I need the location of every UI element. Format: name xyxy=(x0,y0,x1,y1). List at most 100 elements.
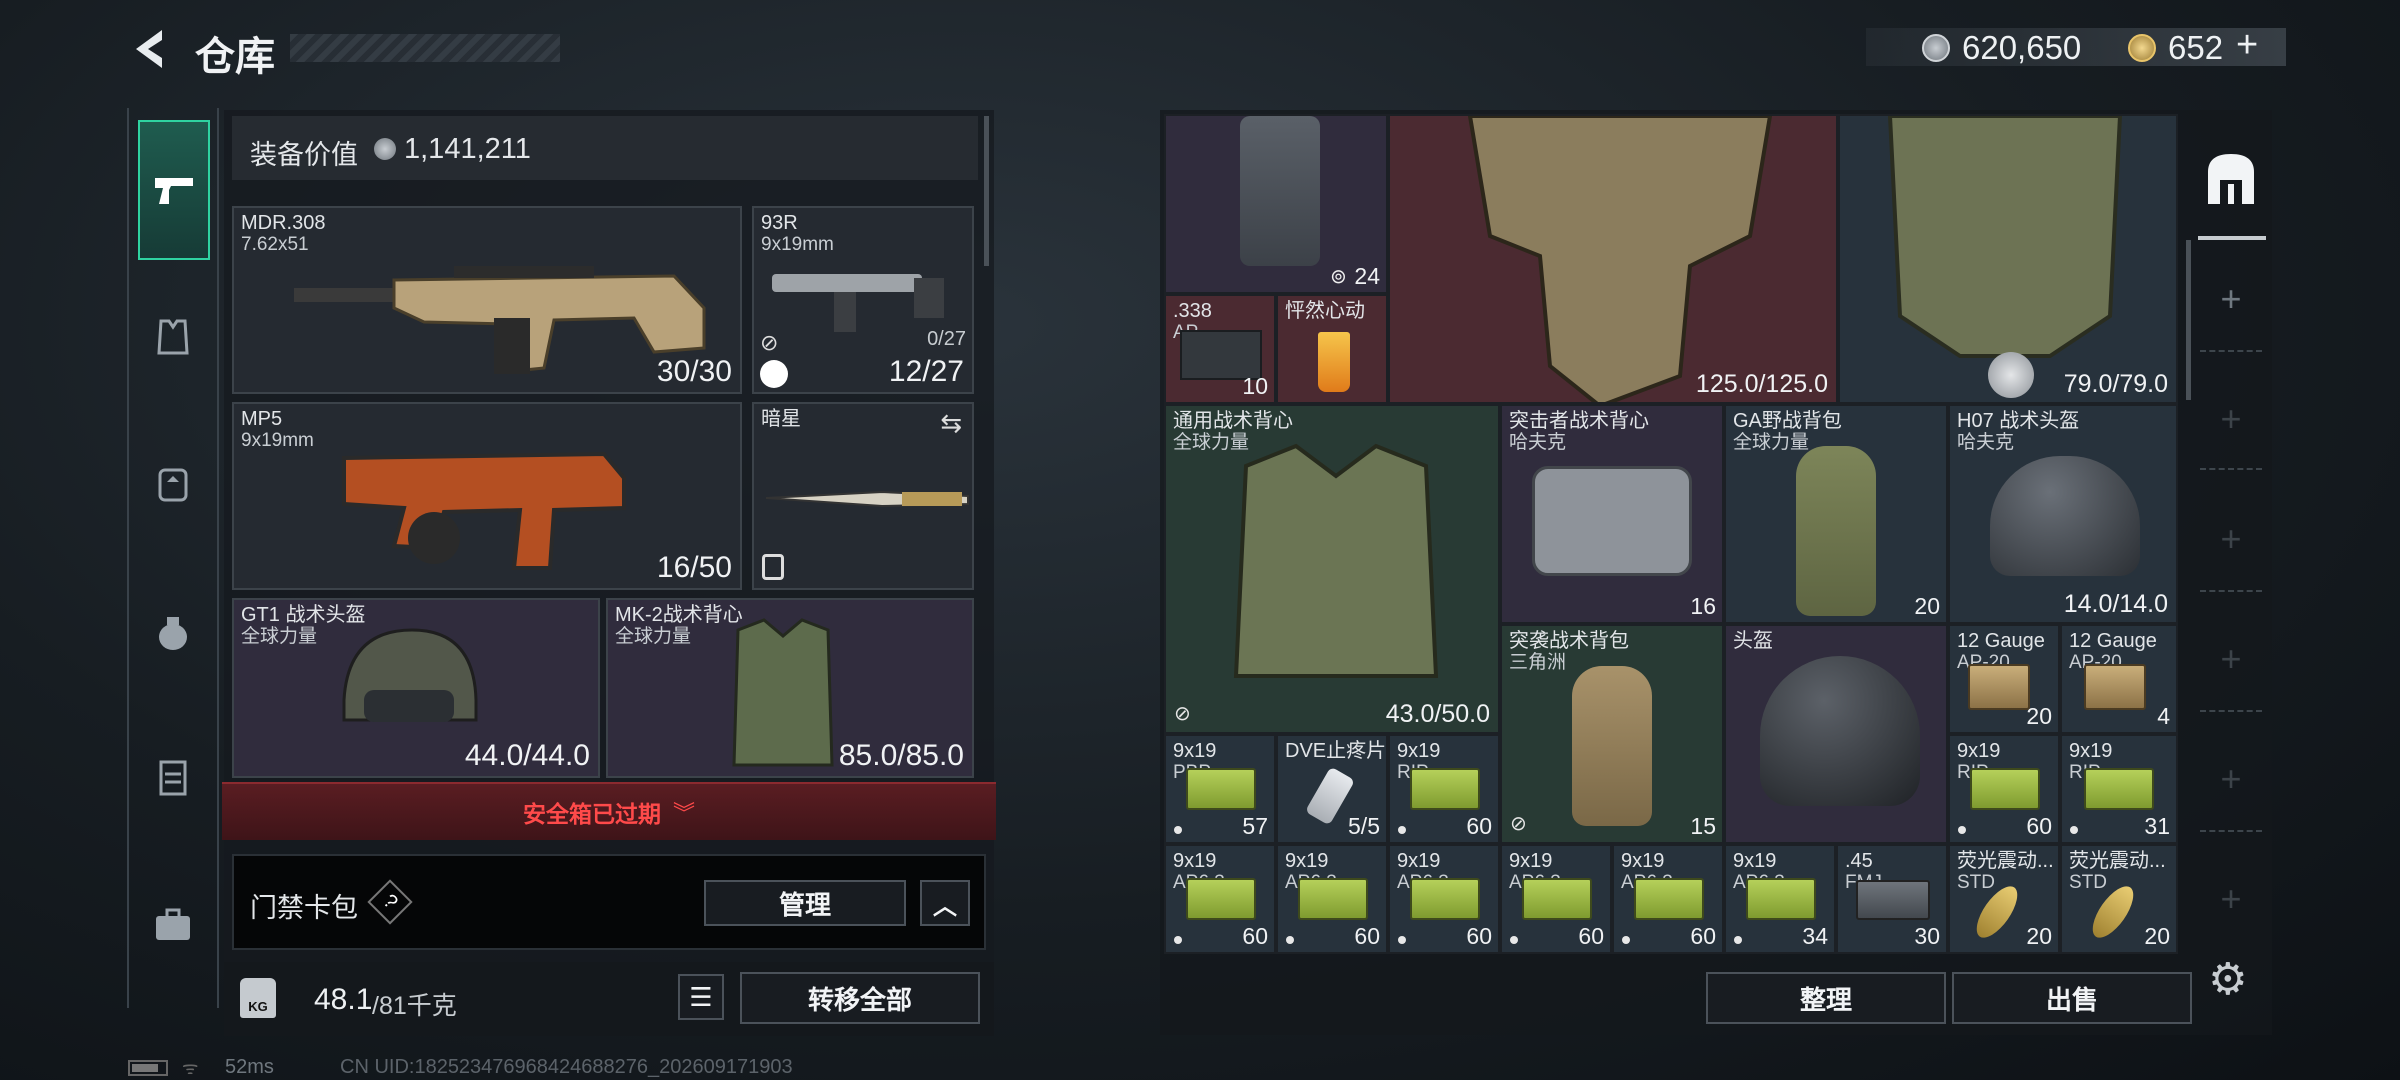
item-count: 60 xyxy=(1578,923,1604,949)
stash-item-ammo[interactable]: 9x19 AP6.3 34 xyxy=(1724,844,1836,954)
clock-icon xyxy=(760,360,788,388)
slot-melee[interactable]: 暗星 ⇆ xyxy=(752,402,974,590)
stash-tab-main[interactable] xyxy=(2204,150,2258,208)
item-sub: STD xyxy=(1957,872,1995,893)
currency-premium: 652 xyxy=(2168,29,2224,66)
tab-separator xyxy=(2200,710,2262,712)
item-name: 9x19 xyxy=(1173,850,1217,872)
stash-item-fishing-lure[interactable]: 荧光震动... STD 20 xyxy=(2060,844,2178,954)
add-stash-tab-button[interactable]: + xyxy=(2205,758,2257,800)
ammo-count: 16/50 xyxy=(656,551,732,584)
equipment-value: 1,141,211 xyxy=(404,133,531,165)
rig-image xyxy=(1532,466,1692,576)
manage-button[interactable]: 管理 xyxy=(704,880,906,926)
ammo-box-image xyxy=(1856,880,1930,920)
item-sub: 全球力量 xyxy=(1733,432,1810,453)
slot-secondary-weapon[interactable]: 93R 9x19mm ⊘ 0/27 12/27 xyxy=(752,206,974,394)
stash-item-ammo[interactable]: 9x19 AP6.3 60 xyxy=(1612,844,1724,954)
bag-icon xyxy=(159,617,187,650)
stash-item-shells[interactable]: 12 Gauge AP-20 4 xyxy=(2060,624,2178,734)
stash-item-ammo-338[interactable]: .338 AP 10 xyxy=(1164,294,1276,404)
ammo-box-image xyxy=(1970,768,2040,810)
item-name: 通用战术背心 xyxy=(1173,410,1293,432)
stash-item-headgear[interactable]: 头盔 xyxy=(1724,624,1948,844)
slot-armor[interactable]: MK-2战术背心 全球力量 85.0/85.0 xyxy=(606,598,974,778)
sidebar-item-backpack[interactable] xyxy=(130,438,216,528)
stash-item-ammo[interactable]: 9x19 PBP 57 xyxy=(1164,734,1276,844)
back-button[interactable] xyxy=(126,24,172,74)
stash-item-backpack[interactable]: GA野战背包 全球力量 20 xyxy=(1724,404,1948,624)
stash-item-ammo[interactable]: 9x19 RIP 60 xyxy=(1948,734,2060,844)
coin-icon xyxy=(1922,34,1950,62)
item-count: 10 xyxy=(1242,373,1268,399)
safe-box-expired-banner[interactable]: 安全箱已过期 ︾ xyxy=(222,782,996,840)
slot-sub: 9x19mm xyxy=(761,234,834,255)
slot-sidearm-weapon[interactable]: MP5 9x19mm 16/50 xyxy=(232,402,742,590)
sidebar-item-rig[interactable] xyxy=(130,732,216,822)
sort-button[interactable]: 整理 xyxy=(1706,972,1946,1024)
stash-item-helmet[interactable]: H07 战术头盔 哈夫克 14.0/14.0 xyxy=(1948,404,2178,624)
collapse-button[interactable]: ︿ xyxy=(920,880,970,926)
sidebar-item-bag[interactable] xyxy=(130,588,216,678)
item-name: GA野战背包 xyxy=(1733,410,1842,432)
stash-item-ammo[interactable]: .45 FMJ 30 xyxy=(1836,844,1948,954)
ammo-box-image xyxy=(1634,878,1704,920)
stash-item-painkiller[interactable]: DVE止疼片 5/5 xyxy=(1276,734,1388,844)
stash-item-ammo[interactable]: 9x19 AP6.3 60 xyxy=(1276,844,1388,954)
add-stash-tab-button[interactable]: + xyxy=(2205,638,2257,680)
safe-box-label: 安全箱已过期 xyxy=(522,801,661,827)
swap-icon[interactable]: ⇆ xyxy=(940,408,962,439)
warehouse-icon xyxy=(2208,154,2254,204)
slot-primary-weapon[interactable]: MDR.308 7.62x51 30/30 xyxy=(232,206,742,394)
stash-item-drink[interactable]: 怦然心动 xyxy=(1276,294,1388,404)
sidebar-item-weapons[interactable] xyxy=(138,120,210,260)
ammo-dot xyxy=(1958,826,1966,834)
stash-item-ammo[interactable]: 9x19 AP6.3 60 xyxy=(1164,844,1276,954)
tab-separator xyxy=(2200,830,2262,832)
item-count: 4 xyxy=(2157,703,2170,729)
add-stash-tab-button[interactable]: + xyxy=(2205,878,2257,920)
briefcase-icon xyxy=(156,908,190,940)
stash-item-ammo[interactable]: 9x19 AP6.3 60 xyxy=(1500,844,1612,954)
ammo-box-image xyxy=(1746,878,1816,920)
currency-coins: 620,650 xyxy=(1962,29,2082,66)
durability: 125.0/125.0 xyxy=(1695,370,1828,398)
item-name: 9x19 xyxy=(1733,850,1777,872)
panel-scrollbar[interactable] xyxy=(984,116,989,266)
stash-item[interactable]: ⊚ 24 xyxy=(1164,114,1388,294)
item-name: 头盔 xyxy=(1733,630,1773,652)
settings-gear-icon[interactable]: ⚙ xyxy=(2208,954,2247,1005)
stash-item-ammo[interactable]: 9x19 RIP 31 xyxy=(2060,734,2178,844)
item-name: 9x19 xyxy=(2069,740,2113,762)
smg-image xyxy=(342,451,626,570)
sell-button[interactable]: 出售 xyxy=(1952,972,2192,1024)
stash-item-ammo[interactable]: 9x19 AP6.3 60 xyxy=(1388,844,1500,954)
slot-name: MK-2战术背心 xyxy=(615,604,743,626)
stash-item-shells[interactable]: 12 Gauge AP-20 20 xyxy=(1948,624,2060,734)
list-view-button[interactable]: ☰ xyxy=(678,974,724,1020)
stash-item-armor[interactable]: 79.0/79.0 xyxy=(1838,114,2178,404)
helmet-image xyxy=(342,628,478,722)
armor-icon xyxy=(157,319,189,355)
sidebar-item-armor[interactable] xyxy=(130,292,216,382)
stash-item-raid-backpack[interactable]: 突袭战术背包 三角洲 ⊘ 15 xyxy=(1500,624,1724,844)
ammo-dot xyxy=(1510,936,1518,944)
stash-item-ammo[interactable]: 9x19 RIP 60 xyxy=(1388,734,1500,844)
item-name: 突袭战术背包 xyxy=(1509,630,1629,652)
add-currency-button[interactable]: + xyxy=(2236,24,2258,67)
item-name: 突击者战术背心 xyxy=(1509,410,1649,432)
stash-item-assault-vest[interactable]: 突击者战术背心 哈夫克 16 xyxy=(1500,404,1724,624)
stash-item-armor-large[interactable]: 125.0/125.0 xyxy=(1388,114,1838,404)
sidebar-item-case[interactable] xyxy=(130,880,216,970)
add-stash-tab-button[interactable]: + xyxy=(2205,278,2257,320)
stash-scrollbar[interactable] xyxy=(2186,240,2191,400)
slot-name: MDR.308 xyxy=(241,212,326,234)
chevron-up-icon: ︿ xyxy=(933,892,957,920)
stash-item-fishing-lure[interactable]: 荧光震动... STD 20 xyxy=(1948,844,2060,954)
item-count: 20 xyxy=(2026,703,2052,729)
transfer-all-button[interactable]: 转移全部 xyxy=(740,972,980,1024)
slot-helmet[interactable]: GT1 战术头盔 全球力量 44.0/44.0 xyxy=(232,598,600,778)
add-stash-tab-button[interactable]: + xyxy=(2205,518,2257,560)
stash-item-vest[interactable]: 通用战术背心 全球力量 ⊘ 43.0/50.0 xyxy=(1164,404,1500,734)
add-stash-tab-button[interactable]: + xyxy=(2205,398,2257,440)
